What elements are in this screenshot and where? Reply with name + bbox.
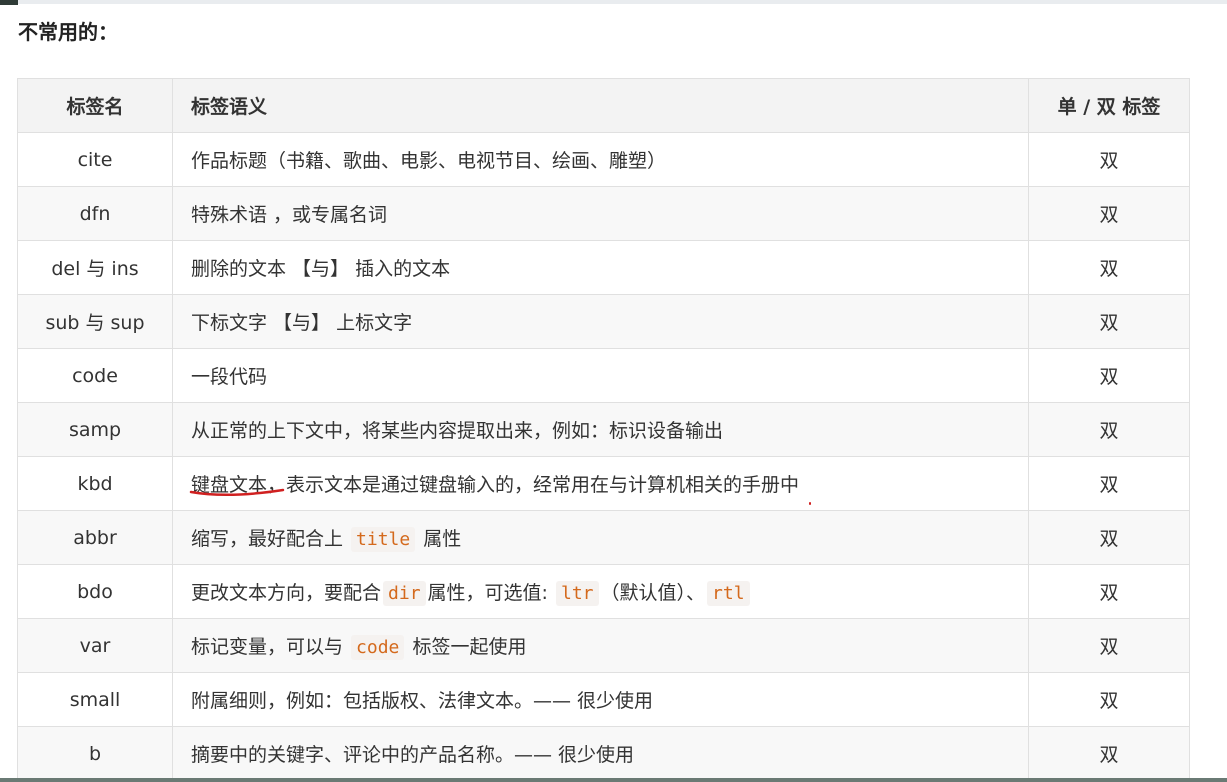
- top-strip-accent: [0, 0, 18, 5]
- cell-tag-meaning: 特殊术语 ，或专属名词: [172, 186, 1029, 241]
- cell-tag-meaning: 删除的文本 【与】 插入的文本: [172, 240, 1029, 295]
- cell-tag-name: del 与 ins: [17, 240, 173, 295]
- cell-tag-meaning: 键盘文本 ，表示文本是通过键盘输入的，经常用在与计算机相关的手册中: [172, 456, 1029, 511]
- cell-tag-meaning: 从正常的上下文中，将某些内容提取出来，例如：标识设备输出: [172, 402, 1029, 457]
- cell-tag-name: kbd: [17, 456, 173, 511]
- cell-tag-name: code: [17, 348, 173, 403]
- inline-code: rtl: [707, 581, 750, 606]
- cell-single-double: 双: [1028, 240, 1190, 295]
- cell-single-double: 双: [1028, 402, 1190, 457]
- table-row: code 一段代码 双: [17, 348, 1190, 403]
- cell-tag-name: abbr: [17, 510, 173, 565]
- cell-text-rest: ，表示文本是通过键盘输入的，经常用在与计算机相关的手册中: [267, 474, 800, 496]
- cell-single-double: 双: [1028, 672, 1190, 727]
- cell-tag-meaning: 更改文本方向，要配合 dir 属性，可选值: ltr （默认值）、 rtl: [172, 564, 1029, 619]
- inline-code: ltr: [555, 581, 599, 606]
- table-row: bdo 更改文本方向，要配合 dir 属性，可选值: ltr （默认值）、 rtl 双: [17, 564, 1190, 619]
- cell-single-double: 双: [1028, 186, 1190, 241]
- cell-tag-meaning: 附属细则，例如：包括版权、法律文本。—— 很少使用: [172, 672, 1029, 727]
- cell-text: 标签一起使用: [406, 636, 527, 658]
- cell-text: 属性: [417, 528, 462, 550]
- cell-tag-name: var: [17, 618, 173, 673]
- bottom-window-strip: [0, 778, 1227, 782]
- header-tag-name: 标签名: [17, 78, 173, 133]
- table-row: samp 从正常的上下文中，将某些内容提取出来，例如：标识设备输出 双: [17, 402, 1190, 457]
- cell-text: 标记变量，可以与: [191, 636, 350, 658]
- cell-tag-name: small: [17, 672, 173, 727]
- cell-text: 更改文本方向，要配合: [191, 582, 382, 604]
- cell-tag-meaning: 一段代码: [172, 348, 1029, 403]
- cell-single-double: 双: [1028, 618, 1190, 673]
- cell-text: 属性，可选值:: [427, 582, 554, 604]
- cell-tag-name: dfn: [17, 186, 173, 241]
- cell-single-double: 双: [1028, 510, 1190, 565]
- red-dot-annotation: [809, 502, 812, 505]
- cell-text: （默认值）、: [600, 582, 706, 604]
- cell-tag-meaning: 缩写，最好配合上 title 属性: [172, 510, 1029, 565]
- cell-single-double: 双: [1028, 294, 1190, 349]
- cell-tag-name: sub 与 sup: [17, 294, 173, 349]
- cell-tag-name: b: [17, 726, 173, 781]
- section-title: 不常用的：: [18, 20, 118, 44]
- table-row: b 摘要中的关键字、评论中的产品名称。—— 很少使用 双: [17, 726, 1190, 781]
- cell-single-double: 双: [1028, 726, 1190, 781]
- inline-code: code: [351, 635, 405, 660]
- cell-single-double: 双: [1028, 348, 1190, 403]
- table-row: sub 与 sup 下标文字 【与】 上标文字 双: [17, 294, 1190, 349]
- cell-tag-meaning: 标记变量，可以与 code 标签一起使用: [172, 618, 1029, 673]
- red-underline-annotation: [189, 488, 285, 497]
- table-row: kbd 键盘文本 ，表示文本是通过键盘输入的，经常用在与计算机相关的手册中 双: [17, 456, 1190, 511]
- table-row: small 附属细则，例如：包括版权、法律文本。—— 很少使用 双: [17, 672, 1190, 727]
- top-window-strip: [0, 0, 1227, 4]
- table-row: del 与 ins 删除的文本 【与】 插入的文本 双: [17, 240, 1190, 295]
- table-row: dfn 特殊术语 ，或专属名词 双: [17, 186, 1190, 241]
- table-row: var 标记变量，可以与 code 标签一起使用 双: [17, 618, 1190, 673]
- table-row: cite 作品标题（书籍、歌曲、电影、电视节目、绘画、雕塑） 双: [17, 132, 1190, 187]
- table-row: abbr 缩写，最好配合上 title 属性 双: [17, 510, 1190, 565]
- cell-tag-meaning: 作品标题（书籍、歌曲、电影、电视节目、绘画、雕塑）: [172, 132, 1029, 187]
- inline-code: title: [351, 527, 416, 552]
- header-single-double: 单 / 双 标签: [1028, 78, 1190, 133]
- cell-tag-meaning: 下标文字 【与】 上标文字: [172, 294, 1029, 349]
- table-header-row: 标签名 标签语义 单 / 双 标签: [17, 78, 1190, 133]
- cell-tag-name: cite: [17, 132, 173, 187]
- cell-single-double: 双: [1028, 132, 1190, 187]
- cell-tag-name: samp: [17, 402, 173, 457]
- cell-single-double: 双: [1028, 564, 1190, 619]
- cell-tag-name: bdo: [17, 564, 173, 619]
- cell-tag-meaning: 摘要中的关键字、评论中的产品名称。—— 很少使用: [172, 726, 1029, 781]
- tag-table: 标签名 标签语义 单 / 双 标签 cite 作品标题（书籍、歌曲、电影、电视节…: [17, 78, 1190, 781]
- inline-code: dir: [383, 581, 426, 606]
- header-tag-meaning: 标签语义: [172, 78, 1029, 133]
- cell-single-double: 双: [1028, 456, 1190, 511]
- underlined-phrase: 键盘文本: [189, 470, 285, 497]
- cell-text: 缩写，最好配合上: [191, 528, 350, 550]
